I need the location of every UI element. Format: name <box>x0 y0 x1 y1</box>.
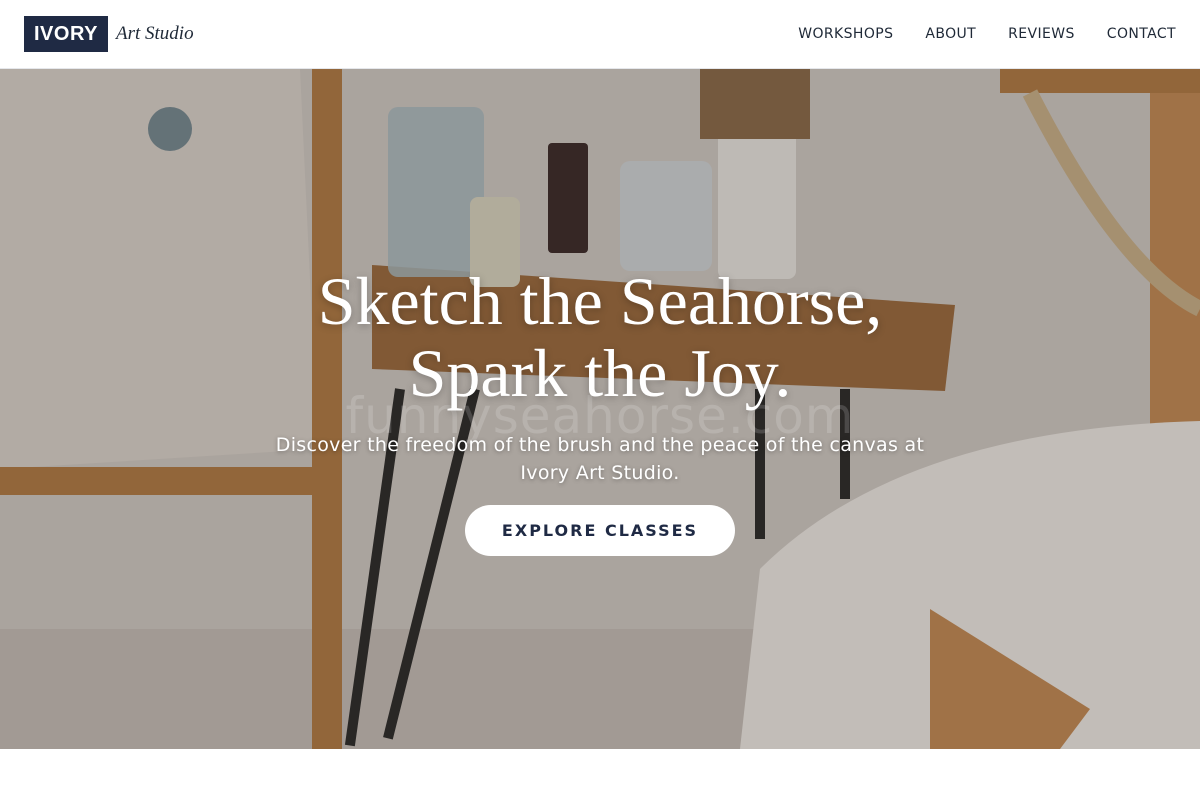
explore-classes-button[interactable]: EXPLORE CLASSES <box>465 505 735 556</box>
brand-logo[interactable]: IVORY Art Studio <box>24 16 194 52</box>
nav-item-contact[interactable]: CONTACT <box>1107 26 1176 42</box>
hero-content: Sketch the Seahorse, Spark the Joy. Disc… <box>0 265 1200 556</box>
hero-headline: Sketch the Seahorse, Spark the Joy. <box>0 265 1200 409</box>
main-nav: WORKSHOPS ABOUT REVIEWS CONTACT <box>798 26 1176 42</box>
page-below-hero <box>0 749 1200 800</box>
hero-section: funnyseahorse.com Sketch the Seahorse, S… <box>0 69 1200 749</box>
hero-headline-line2: Spark the Joy. <box>408 335 792 411</box>
nav-item-reviews[interactable]: REVIEWS <box>1008 26 1075 42</box>
nav-item-about[interactable]: ABOUT <box>925 26 976 42</box>
brand-logo-box: IVORY <box>24 16 108 52</box>
brand-logo-subtitle: Art Studio <box>116 23 194 44</box>
site-header: IVORY Art Studio WORKSHOPS ABOUT REVIEWS… <box>0 0 1200 69</box>
hero-headline-line1: Sketch the Seahorse, <box>317 263 883 339</box>
nav-item-workshops[interactable]: WORKSHOPS <box>798 26 893 42</box>
hero-subtitle: Discover the freedom of the brush and th… <box>275 434 925 484</box>
